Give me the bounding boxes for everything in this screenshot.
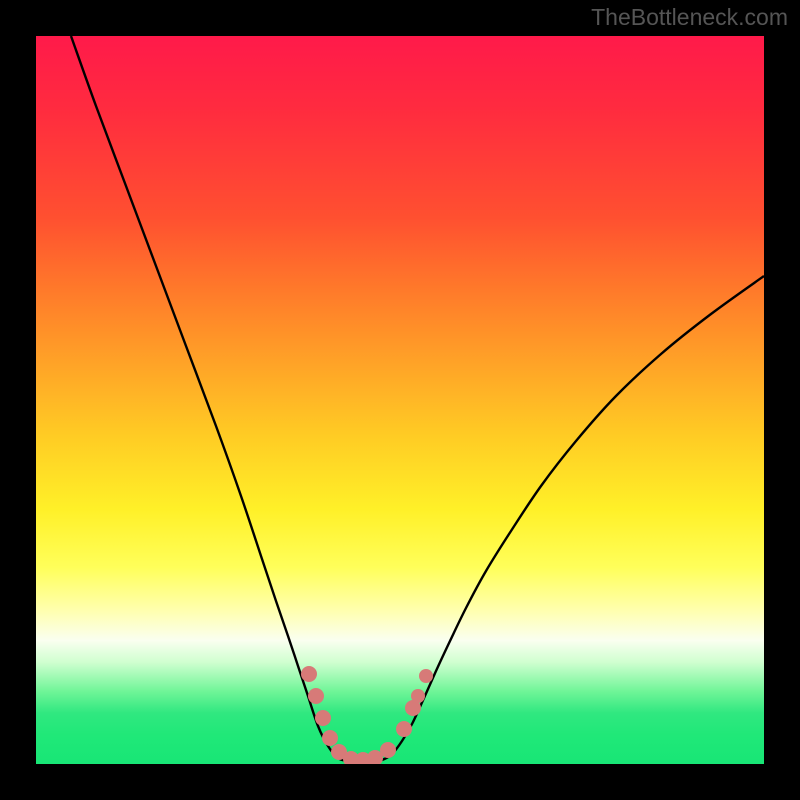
data-marker bbox=[396, 721, 412, 737]
data-marker bbox=[322, 730, 338, 746]
data-marker bbox=[301, 666, 317, 682]
data-marker bbox=[308, 688, 324, 704]
marker-group bbox=[301, 666, 433, 764]
marker-layer bbox=[36, 36, 764, 764]
data-marker bbox=[380, 742, 396, 758]
data-marker bbox=[315, 710, 331, 726]
data-marker bbox=[411, 689, 425, 703]
data-marker bbox=[419, 669, 433, 683]
plot-area bbox=[36, 36, 764, 764]
watermark-text: TheBottleneck.com bbox=[591, 4, 788, 31]
